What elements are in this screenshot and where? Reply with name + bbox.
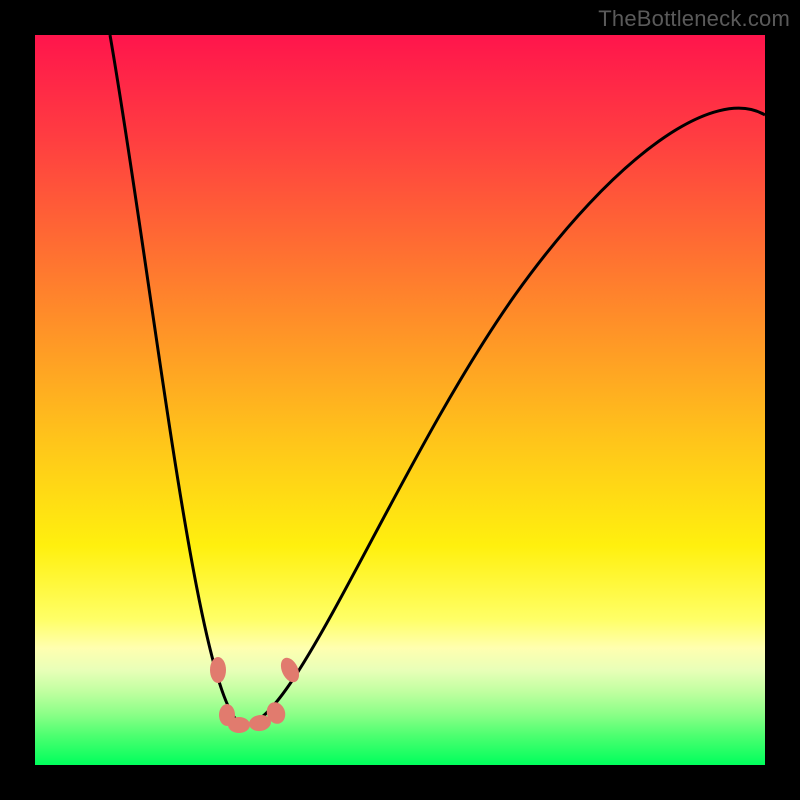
chart-frame: TheBottleneck.com	[0, 0, 800, 800]
bottleneck-curve	[110, 35, 765, 725]
plot-area	[35, 35, 765, 765]
attribution-label: TheBottleneck.com	[598, 6, 790, 32]
chart-svg	[35, 35, 765, 765]
curve-marker	[228, 717, 250, 733]
curve-marker	[210, 657, 226, 683]
